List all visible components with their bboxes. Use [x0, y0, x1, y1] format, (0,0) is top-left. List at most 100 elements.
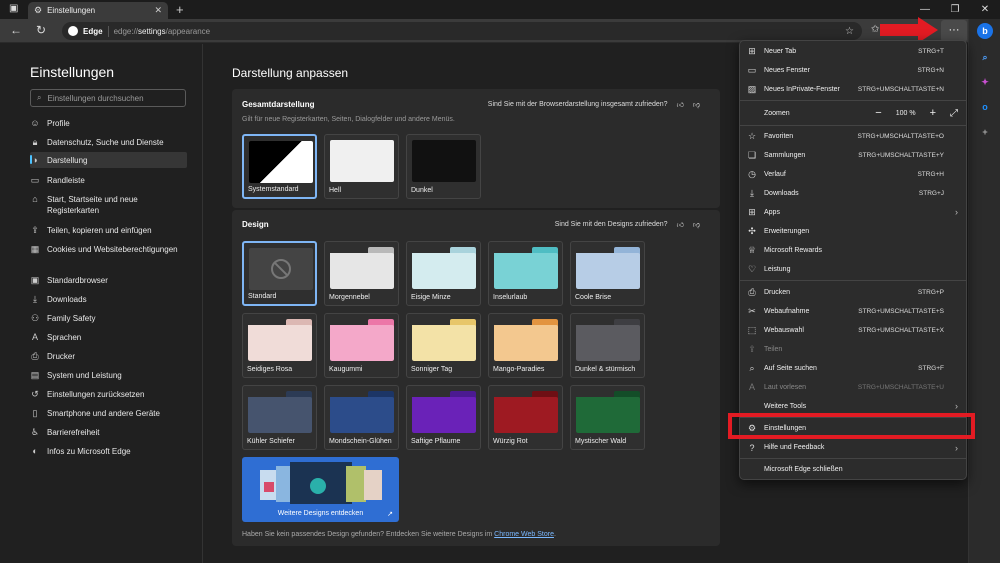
thumbs-up-icon[interactable]: 👍︎ — [677, 220, 684, 229]
chevron-right-icon: › — [955, 207, 958, 217]
theme-preview — [330, 391, 394, 433]
sidebar-item-sidebar[interactable]: ▭ Randleiste — [30, 175, 187, 186]
menu-item[interactable]: ✣ Erweiterungen — [740, 222, 966, 240]
sidebar-item-privacy[interactable]: 🔒︎ Datenschutz, Suche und Dienste — [30, 137, 187, 148]
sidebar-item-reset[interactable]: ↺ Einstellungen zurücksetzen — [30, 389, 187, 400]
menu-new-tab[interactable]: ⊞ Neuer Tab STRG+T — [740, 42, 966, 60]
menu-item: ⇪ Teilen — [740, 340, 966, 358]
add-favorite-icon[interactable]: ☆ — [845, 26, 854, 37]
menu-item[interactable]: ⌕ Auf Seite suchen STRG+F — [740, 359, 966, 377]
thumbs-down-icon[interactable]: 👎︎ — [693, 220, 700, 229]
menu-item[interactable]: ⤓ Downloads STRG+J — [740, 184, 966, 202]
new-tab-button[interactable]: + — [176, 2, 184, 17]
theme-tile[interactable]: Eisige Minze — [406, 241, 481, 306]
sidebar-item-default-browser[interactable]: ▣ Standardbrowser — [30, 275, 187, 286]
theme-tile[interactable]: Dunkel & stürmisch — [570, 313, 645, 378]
menu-item[interactable]: ☆ Favoriten STRG+UMSCHALTTASTE+O — [740, 127, 966, 145]
appearance-option-light[interactable]: Hell — [324, 134, 399, 199]
theme-tile[interactable]: Saftige Pflaume — [406, 385, 481, 450]
refresh-icon[interactable]: ↻ — [36, 23, 46, 37]
tab-settings[interactable]: ⚙ Einstellungen ✕ — [28, 2, 168, 19]
folder-icon — [330, 391, 394, 433]
back-icon[interactable]: ← — [10, 23, 22, 37]
favorites-icon[interactable]: ✩ — [871, 24, 879, 35]
sidebar-item-cookies[interactable]: ▦ Cookies und Websiteberechtigungen — [30, 244, 187, 255]
performance-icon: ♡ — [747, 263, 757, 274]
settings-search-input[interactable]: ⌕ Einstellungen durchsuchen — [30, 89, 186, 107]
new-window-icon: ▭ — [747, 64, 757, 75]
menu-item[interactable]: ◷ Verlauf STRG+H — [740, 165, 966, 183]
chrome-web-store-link[interactable]: Chrome Web Store — [494, 531, 554, 538]
sidebar-item-downloads[interactable]: ⤓ Downloads — [30, 294, 187, 305]
outlook-icon[interactable]: o — [977, 99, 993, 115]
theme-tile[interactable]: Seidiges Rosa — [242, 313, 317, 378]
menu-item[interactable]: ⊞ Apps › — [740, 203, 966, 221]
sidebar-item-about[interactable]: ◐ Infos zu Microsoft Edge — [30, 446, 187, 457]
tools-icon[interactable]: ✦ — [977, 74, 993, 90]
search-icon[interactable]: ⌕ — [977, 49, 993, 65]
theme-tile[interactable]: Standard — [242, 241, 317, 306]
theme-tile[interactable]: Kaugummi — [324, 313, 399, 378]
theme-tile[interactable]: Sonniger Tag — [406, 313, 481, 378]
sidebar-item-phone[interactable]: ▯ Smartphone und andere Geräte — [30, 408, 187, 419]
menu-item-label: Weitere Tools — [764, 402, 807, 410]
menu-item[interactable]: ⬚ Webauswahl STRG+UMSCHALTTASTE+X — [740, 321, 966, 339]
menu-new-inprivate[interactable]: ▨ Neues InPrivate-Fenster STRG+UMSCHALTTAS… — [740, 80, 966, 98]
menu-item-label: Erweiterungen — [764, 227, 810, 235]
close-window-icon[interactable]: ✕ — [970, 0, 1000, 19]
add-icon[interactable]: + — [977, 124, 993, 140]
theme-tile[interactable]: Mystischer Wald — [570, 385, 645, 450]
external-link-icon: ↗ — [387, 511, 393, 518]
menu-item[interactable]: ♕ Microsoft Rewards — [740, 241, 966, 259]
menu-divider — [740, 458, 966, 459]
zoom-value: 100 % — [895, 109, 916, 117]
menu-close-edge[interactable]: Microsoft Edge schließen — [740, 460, 966, 478]
no-theme-icon — [271, 259, 291, 279]
sidebar-item-start[interactable]: ⌂ Start, Startseite und neue Registerkart… — [30, 194, 187, 216]
maximize-icon[interactable]: ❐ — [940, 0, 970, 19]
theme-tile[interactable]: Morgennebel — [324, 241, 399, 306]
menu-item-shortcut: STRG+P — [917, 288, 944, 296]
menu-new-window[interactable]: ▭ Neues Fenster STRG+N — [740, 61, 966, 79]
sidebar-item-share[interactable]: ⇪ Teilen, kopieren und einfügen — [30, 225, 187, 236]
sidebar-item-family[interactable]: ⚇ Family Safety — [30, 313, 187, 324]
address-bar[interactable]: Edge edge://settings/appearance ☆ — [62, 22, 862, 40]
bing-chat-icon[interactable]: b — [977, 23, 993, 39]
tab-actions-icon[interactable]: ▣ — [9, 3, 18, 14]
thumbs-up-icon[interactable]: 👍︎ — [677, 100, 684, 109]
url-text: edge://settings/appearance — [113, 26, 211, 36]
menu-item[interactable]: ♡ Leistung — [740, 260, 966, 278]
menu-item[interactable]: ✂ Webaufnahme STRG+UMSCHALTTASTE+S — [740, 302, 966, 320]
read-aloud-icon: A — [748, 382, 755, 392]
discover-themes-button[interactable]: Weitere Designs entdecken ↗ — [242, 457, 399, 522]
menu-item[interactable]: ? Hilfe und Feedback › — [740, 439, 966, 457]
menu-item[interactable]: ❏ Sammlungen STRG+UMSCHALTTASTE+Y — [740, 146, 966, 164]
sidebar-item-languages[interactable]: A Sprachen — [30, 332, 187, 343]
theme-tile[interactable]: Coole Brise — [570, 241, 645, 306]
folder-icon — [248, 319, 312, 361]
sidebar-item-appearance[interactable]: ◑ Darstellung — [30, 152, 187, 168]
fullscreen-icon[interactable]: ⤢ — [950, 108, 958, 119]
theme-preview — [412, 319, 476, 361]
folder-icon — [576, 247, 640, 289]
theme-tile[interactable]: Mondschein-Glühen — [324, 385, 399, 450]
zoom-in-button[interactable]: + — [930, 107, 936, 119]
sidebar-item-printers[interactable]: ⎙ Drucker — [30, 351, 187, 362]
theme-tile[interactable]: Inselurlaub — [488, 241, 563, 306]
theme-preview — [248, 391, 312, 433]
theme-tile[interactable]: Mango-Paradies — [488, 313, 563, 378]
appearance-option-dark[interactable]: Dunkel — [406, 134, 481, 199]
menu-item[interactable]: ⎙ Drucken STRG+P — [740, 283, 966, 301]
theme-tile[interactable]: Kühler Schiefer — [242, 385, 317, 450]
sidebar-item-profile[interactable]: ☺ Profile — [30, 118, 187, 129]
theme-preview — [330, 319, 394, 361]
close-tab-icon[interactable]: ✕ — [154, 5, 162, 16]
theme-tile[interactable]: Würzig Rot — [488, 385, 563, 450]
browser-icon: ▣ — [30, 275, 40, 285]
thumbs-down-icon[interactable]: 👎︎ — [693, 100, 700, 109]
settings-more-button[interactable]: ··· — [941, 20, 967, 42]
sidebar-item-accessibility[interactable]: ♿︎ Barrierefreiheit — [30, 427, 187, 438]
appearance-option-system[interactable]: Systemstandard — [242, 134, 317, 199]
zoom-out-button[interactable]: − — [875, 107, 881, 119]
sidebar-item-system[interactable]: ▤ System und Leistung — [30, 370, 187, 381]
